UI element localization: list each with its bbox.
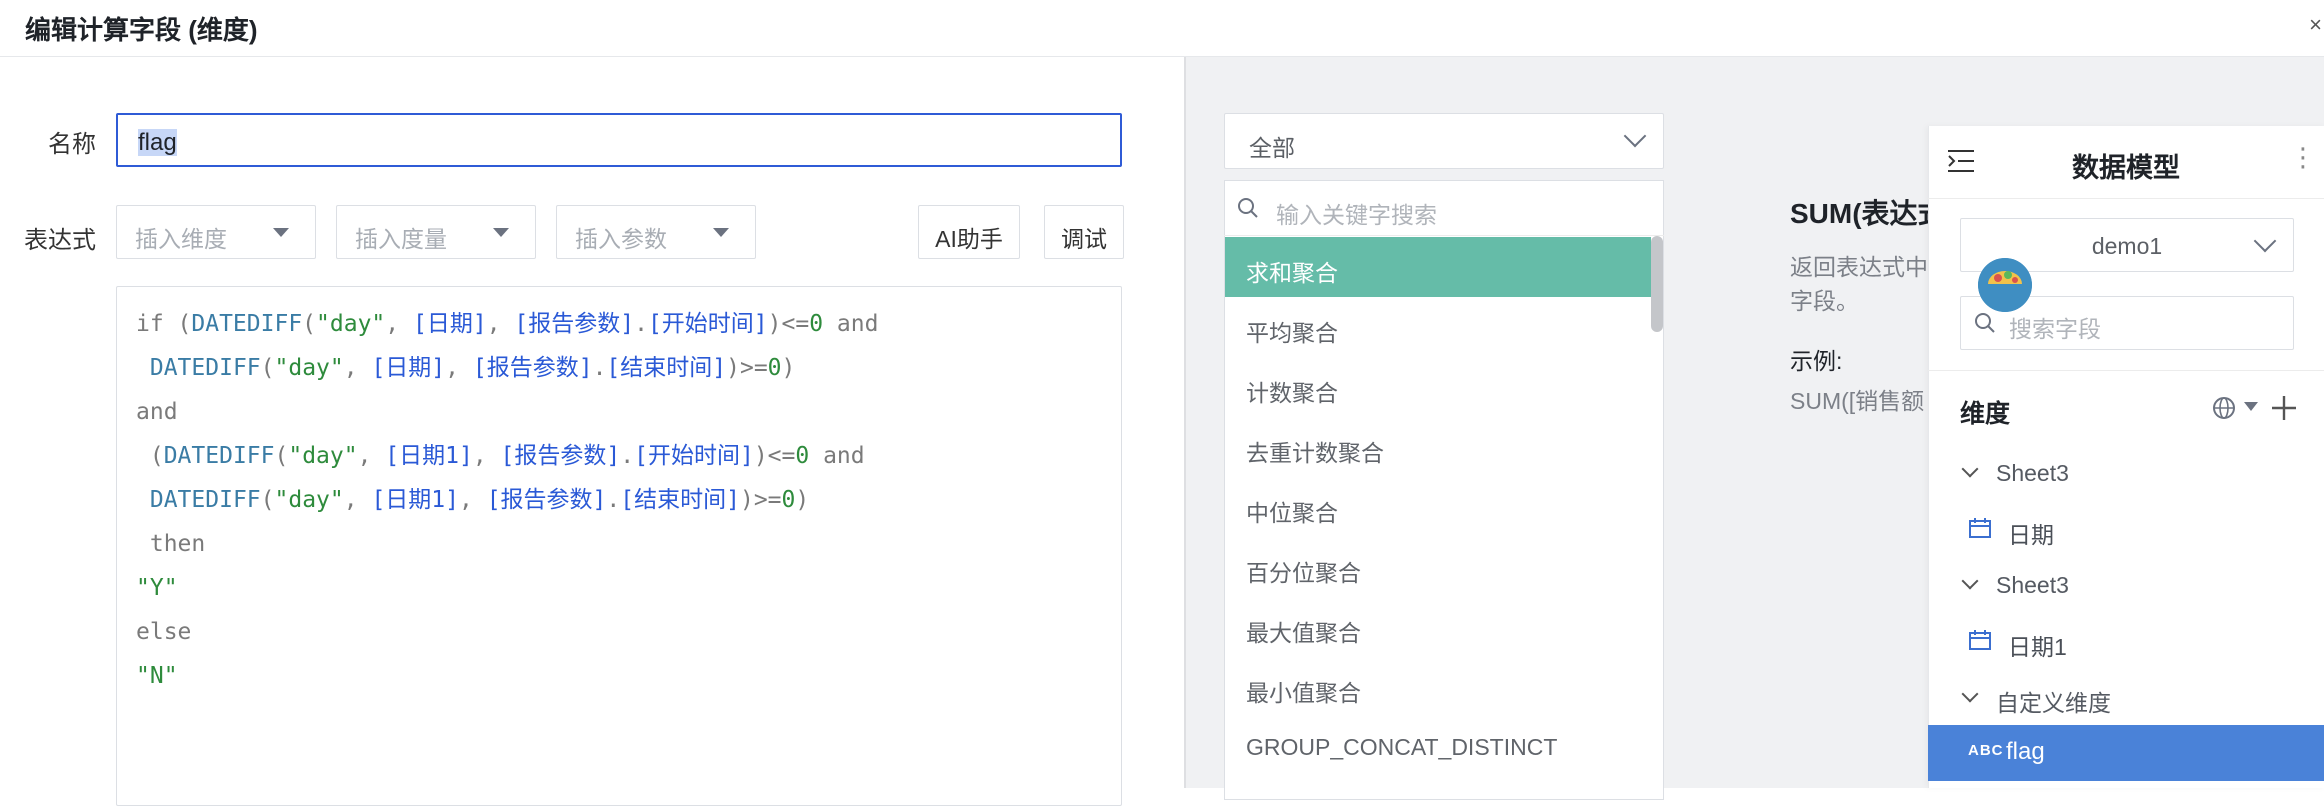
close-icon[interactable]: × — [2309, 12, 2322, 38]
text-type-badge: ABC — [1968, 742, 2004, 759]
tree-group-custom-dimension[interactable]: 自定义维度 — [1996, 684, 2111, 718]
code-line: "Y" — [136, 575, 178, 601]
fruit-avatar-icon — [1978, 258, 2032, 312]
tree-field-date1[interactable]: 日期1 — [2008, 628, 2067, 662]
name-value: flag — [138, 129, 177, 156]
more-options-icon[interactable]: ⋮ — [2290, 142, 2316, 173]
insert-dimension-label: 插入维度 — [135, 226, 227, 252]
code-line: DATEDIFF("day", [日期], [报告参数].[结束时间])>=0) — [149, 355, 796, 381]
caret-down-icon — [713, 228, 729, 237]
description-line: 返回表达式中 — [1790, 254, 1928, 280]
example-label: 示例: — [1790, 348, 1843, 374]
ai-assistant-button[interactable]: AI助手 — [918, 205, 1020, 259]
code-line: and — [136, 399, 178, 425]
tree-group-sheet3[interactable]: Sheet3 — [1996, 572, 2069, 599]
function-item[interactable]: 最小值聚合 — [1225, 657, 1651, 717]
expression-code[interactable]: if (DATEDIFF("day", [日期], [报告参数].[开始时间])… — [136, 302, 878, 698]
globe-icon[interactable] — [2212, 394, 2240, 422]
function-search-placeholder: 输入关键字搜索 — [1276, 202, 1437, 228]
divider — [1928, 370, 2324, 371]
name-label: 名称 — [48, 131, 96, 158]
description-line: 字段。 — [1790, 288, 1859, 314]
code-line: DATEDIFF("day", [日期1], [报告参数].[结束时间])>=0… — [149, 487, 810, 513]
function-category-select[interactable]: 全部 — [1224, 113, 1664, 169]
collapse-panel-icon[interactable] — [1946, 146, 1976, 176]
function-category-value: 全部 — [1249, 135, 1295, 161]
dialog-header — [0, 0, 2324, 57]
caret-down-icon — [493, 228, 509, 237]
code-line: then — [136, 531, 206, 557]
add-icon[interactable] — [2270, 394, 2298, 422]
debug-button[interactable]: 调试 — [1044, 205, 1124, 259]
dimension-section-title: 维度 — [1960, 400, 2011, 428]
function-item[interactable]: 中位聚合 — [1225, 477, 1651, 537]
search-icon — [1238, 198, 1258, 218]
code-line: "N" — [136, 663, 178, 689]
tree-group-sheet3[interactable]: Sheet3 — [1996, 460, 2069, 487]
tree-field-flag: flag — [2006, 738, 2045, 765]
caret-down-icon — [273, 228, 289, 237]
dialog-title: 编辑计算字段 (维度) — [25, 15, 258, 45]
field-search-placeholder: 搜索字段 — [2009, 316, 2101, 342]
insert-parameter-dropdown[interactable]: 插入参数 — [556, 205, 756, 259]
function-description-title: SUM(表达式 — [1790, 198, 1946, 229]
example-code: SUM([销售额 — [1790, 388, 1925, 414]
function-item[interactable]: 平均聚合 — [1225, 297, 1651, 357]
insert-dimension-dropdown[interactable]: 插入维度 — [116, 205, 316, 259]
avatar — [1978, 258, 2032, 312]
function-list-scrollbar[interactable] — [1651, 236, 1663, 332]
chevron-down-icon — [2253, 229, 2277, 253]
code-line: else — [136, 619, 192, 645]
insert-measure-dropdown[interactable]: 插入度量 — [336, 205, 536, 259]
function-description-text: 返回表达式中 字段。 — [1790, 250, 1928, 318]
calendar-icon — [1969, 518, 1991, 538]
tree-field-date[interactable]: 日期 — [2008, 516, 2054, 550]
function-item[interactable]: GROUP_CONCAT_DISTINCT — [1225, 717, 1651, 777]
search-icon — [1975, 313, 1995, 333]
function-item[interactable]: 最大值聚合 — [1225, 597, 1651, 657]
data-model-title: 数据模型 — [2072, 153, 2180, 183]
insert-parameter-label: 插入参数 — [575, 226, 667, 252]
chevron-down-icon — [1623, 124, 1647, 148]
name-input[interactable]: flag — [116, 113, 1122, 167]
caret-down-icon[interactable] — [2244, 402, 2258, 411]
code-line: if (DATEDIFF("day", [日期], [报告参数].[开始时间])… — [136, 311, 879, 337]
code-line: (DATEDIFF("day", [日期1], [报告参数].[开始时间])<=… — [136, 443, 865, 469]
function-item[interactable]: 计数聚合 — [1225, 357, 1651, 417]
expression-label: 表达式 — [24, 227, 96, 254]
calendar-icon — [1969, 630, 1991, 650]
function-item[interactable]: 去重计数聚合 — [1225, 417, 1651, 477]
insert-measure-label: 插入度量 — [355, 226, 447, 252]
function-item[interactable]: 求和聚合 — [1225, 237, 1651, 297]
function-item[interactable]: 百分位聚合 — [1225, 537, 1651, 597]
model-select-value: demo1 — [2091, 233, 2163, 259]
